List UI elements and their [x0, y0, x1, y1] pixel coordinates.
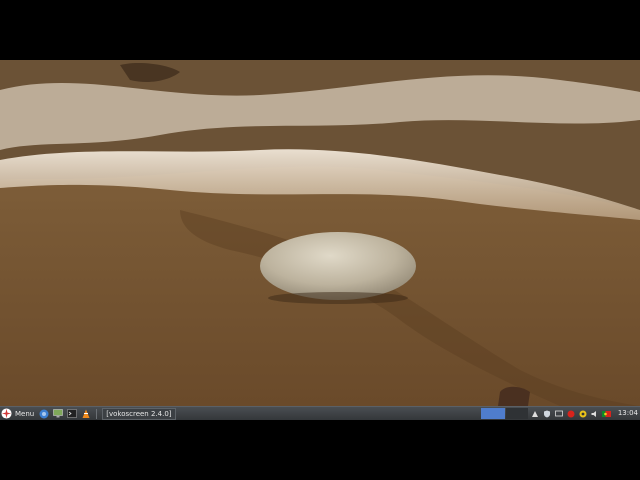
menu-button[interactable]: Menu: [0, 408, 37, 420]
clock[interactable]: 13:04: [618, 409, 638, 417]
display-icon[interactable]: [554, 410, 563, 419]
terminal-icon: [67, 409, 78, 418]
taskbar-separator: [96, 408, 98, 419]
window-button-vokoscreen[interactable]: [vokoscreen 2.4.0]: [102, 407, 176, 420]
volume-icon[interactable]: [590, 410, 599, 419]
workspace-2-button[interactable]: [506, 408, 528, 419]
rosette-logo-icon: [1, 408, 12, 419]
workspace-1-button[interactable]: [481, 408, 505, 419]
network-icon[interactable]: [530, 410, 539, 419]
taskbar: Menu [vokoscreen 2.4.0] 13:04: [0, 406, 640, 420]
terminal-launcher[interactable]: [66, 408, 78, 419]
window-title: [vokoscreen 2.4.0]: [106, 409, 172, 418]
monitor-icon: [53, 409, 64, 418]
vlc-launcher[interactable]: [80, 408, 92, 419]
browser-launcher[interactable]: [38, 408, 50, 419]
system-tray: [530, 407, 611, 420]
monitor-launcher[interactable]: [52, 408, 64, 419]
vlc-cone-icon: [82, 409, 90, 418]
desktop-wallpaper: [0, 60, 640, 406]
notification-icon[interactable]: [578, 410, 587, 419]
record-icon[interactable]: [566, 410, 575, 419]
shield-icon[interactable]: [542, 410, 551, 419]
menu-label: Menu: [15, 409, 35, 418]
flag-icon[interactable]: [602, 410, 611, 419]
browser-globe-icon: [39, 409, 49, 418]
desktop: Menu [vokoscreen 2.4.0] 13:04: [0, 60, 640, 420]
